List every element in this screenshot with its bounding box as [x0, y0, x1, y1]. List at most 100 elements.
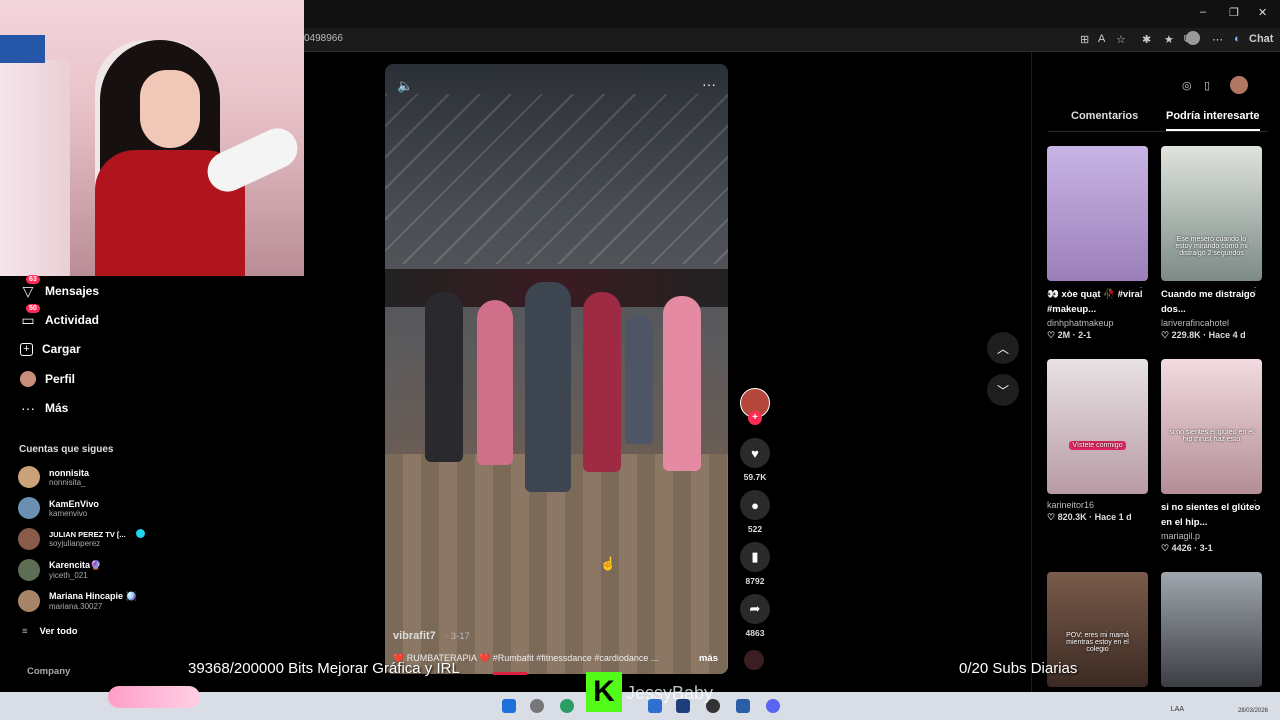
app-icon[interactable]: ⊞	[1080, 33, 1089, 46]
video-dancer	[425, 292, 463, 462]
translate-icon[interactable]: A	[1098, 33, 1105, 45]
video-ceiling	[385, 94, 728, 264]
kick-logo: K	[586, 672, 622, 712]
save-count: 8792	[745, 576, 765, 586]
music-disc-icon[interactable]	[744, 650, 764, 670]
card-author[interactable]: lariverafincahotel	[1161, 318, 1262, 328]
avatar	[18, 590, 40, 612]
card-author[interactable]: karineitor16	[1047, 500, 1148, 510]
inbox-icon: ▭ 50	[20, 304, 40, 328]
account-username: kamenvivo	[49, 508, 88, 518]
share-icon[interactable]: ➦	[740, 594, 770, 624]
sidebar-item-upload[interactable]: + Cargar	[20, 338, 81, 360]
like-action[interactable]: ♥ 59.7K	[736, 438, 774, 482]
follow-button[interactable]: +	[748, 411, 762, 425]
card-stats: ♡ 229.8K · Hace 4 d	[1161, 330, 1246, 340]
card-more-icon[interactable]: ⋮	[1250, 286, 1260, 297]
phone-icon[interactable]: ▯	[1204, 79, 1210, 92]
user-avatar-icon[interactable]	[1186, 31, 1200, 45]
search-icon[interactable]	[530, 699, 544, 713]
video-thumbnail[interactable]: si no sientes el glúteo en el hip thrust…	[1161, 359, 1262, 494]
bits-goal-text: 39368/200000 Bits Mejorar Gráfica y IRL	[188, 660, 460, 677]
followed-account[interactable]: JULIAN PEREZ TV [... soyjulianperez	[18, 525, 145, 553]
send-icon: ▽ 63	[20, 275, 40, 299]
minimize-icon[interactable]: –	[1200, 6, 1206, 18]
sidebar-item-more[interactable]: ··· Más	[20, 397, 68, 419]
url-text[interactable]: 0498966	[304, 33, 343, 44]
app-icon[interactable]	[736, 699, 750, 713]
maximize-icon[interactable]: ❐	[1229, 6, 1239, 19]
favorites-bar-icon[interactable]: ★	[1164, 33, 1174, 46]
more-icon: ···	[21, 400, 35, 416]
recommended-video-card[interactable]	[1161, 572, 1262, 687]
followed-account[interactable]: Mariana Hincapie 🪩 mariana.30027	[18, 587, 137, 615]
favorite-icon[interactable]: ☆	[1116, 33, 1126, 46]
address-bar[interactable]: 0498966 ⊞ A ☆ ✱ ★ ⧉ ⋯ ◐ Chat	[304, 28, 1280, 52]
avatar	[18, 497, 40, 519]
comment-icon[interactable]: ●	[740, 490, 770, 520]
webcam-box	[0, 35, 45, 63]
recommended-video-card[interactable]: si no sientes el glúteo en el hip thrust…	[1161, 359, 1262, 554]
chat-label[interactable]: Chat	[1249, 33, 1273, 45]
save-action[interactable]: ▮ 8792	[736, 542, 774, 586]
edge-icon[interactable]	[560, 699, 574, 713]
menu-dots-icon[interactable]: ⋯	[1212, 33, 1223, 46]
copilot-icon[interactable]: ◐	[1234, 33, 1241, 45]
card-stats: ♡ 4426 · 3-1	[1161, 543, 1213, 553]
sidebar-item-messages[interactable]: ▽ 63 Mensajes	[20, 275, 100, 302]
webcam-person-face	[140, 70, 200, 148]
subs-goal-text: 0/20 Subs Diarias	[959, 660, 1078, 677]
followed-account[interactable]: KamEnVivo kamenvivo	[18, 494, 99, 522]
next-video-button[interactable]: ﹀	[987, 374, 1019, 406]
start-icon[interactable]	[502, 699, 516, 713]
card-more-icon[interactable]: ⋮	[1136, 286, 1146, 297]
video-thumbnail[interactable]	[1161, 572, 1262, 687]
video-thumbnail[interactable]	[1047, 146, 1148, 281]
profile-avatar-icon[interactable]	[1230, 76, 1248, 94]
caption-more-link[interactable]: más	[699, 653, 718, 664]
see-all-link[interactable]: ≡ Ver todo	[22, 626, 78, 637]
recommended-video-card[interactable]: Vístete conmigo karineitor16 ♡ 820.3K · …	[1047, 359, 1148, 523]
sidebar-item-activity[interactable]: ▭ 50 Actividad	[20, 304, 99, 331]
account-username: yiceth_021	[49, 571, 88, 580]
profile-avatar	[20, 371, 36, 387]
recommended-video-card[interactable]: ⋮ 👀 xòe quạt 🥀 #viral #makeup... dinhpha…	[1047, 146, 1148, 341]
clock-date[interactable]: 28/03/2026	[1238, 708, 1268, 714]
previous-video-button[interactable]: ︿	[987, 332, 1019, 364]
video-thumbnail[interactable]: Vístete conmigo	[1047, 359, 1148, 494]
share-action[interactable]: ➦ 4863	[736, 594, 774, 638]
card-title: 👀 xòe quạt 🥀 #viral #makeup...	[1047, 289, 1143, 315]
sound-icon[interactable]: 🔈	[397, 78, 413, 94]
recommended-video-card[interactable]: Ese mesero cuando lo estoy mirando como …	[1161, 146, 1262, 341]
company-link[interactable]: Company	[27, 666, 70, 677]
video-thumbnail[interactable]: Ese mesero cuando lo estoy mirando como …	[1161, 146, 1262, 281]
discord-icon[interactable]	[766, 699, 780, 713]
card-more-icon[interactable]: ⋮	[1250, 499, 1260, 510]
sidebar-item-label: Mensajes	[45, 284, 100, 298]
followed-account[interactable]: Karencita🔮 yiceth_021	[18, 556, 101, 584]
close-icon[interactable]: ✕	[1258, 6, 1267, 19]
card-author[interactable]: dinhphatmakeup	[1047, 318, 1148, 328]
card-author[interactable]: mariagil.p	[1161, 531, 1262, 541]
tab-comments[interactable]: Comentarios	[1071, 110, 1138, 122]
heart-icon[interactable]: ♥	[740, 438, 770, 468]
extensions-icon[interactable]: ✱	[1142, 33, 1151, 46]
thumbnail-text: Ese mesero cuando lo estoy mirando como …	[1175, 236, 1248, 257]
account-name: JULIAN PEREZ TV [...	[49, 530, 126, 539]
video-player[interactable]: 🔈 ··· ☝ vibrafit7 · 3-17 ❤️ RUMBATERAPIA…	[385, 64, 728, 674]
avatar	[18, 528, 40, 550]
chevron-down-icon: ﹀	[996, 383, 1009, 398]
language-indicator[interactable]: LAA	[1171, 706, 1184, 713]
more-options-icon[interactable]: ···	[702, 76, 716, 92]
account-name: Mariana Hincapie 🪩	[49, 591, 137, 601]
followed-account[interactable]: nonnisita nonnisita_	[18, 463, 89, 491]
tab-recommended[interactable]: Podría interesarte	[1166, 110, 1260, 131]
sidebar-item-profile[interactable]: Perfil	[20, 368, 75, 390]
avatar	[18, 466, 40, 488]
comment-action[interactable]: ● 522	[736, 490, 774, 534]
upload-icon: +	[20, 342, 33, 356]
bookmark-icon[interactable]: ▮	[740, 542, 770, 572]
verified-icon	[136, 529, 145, 538]
video-author[interactable]: vibrafit7	[393, 630, 436, 642]
camera-icon[interactable]: ◎	[1182, 79, 1192, 92]
